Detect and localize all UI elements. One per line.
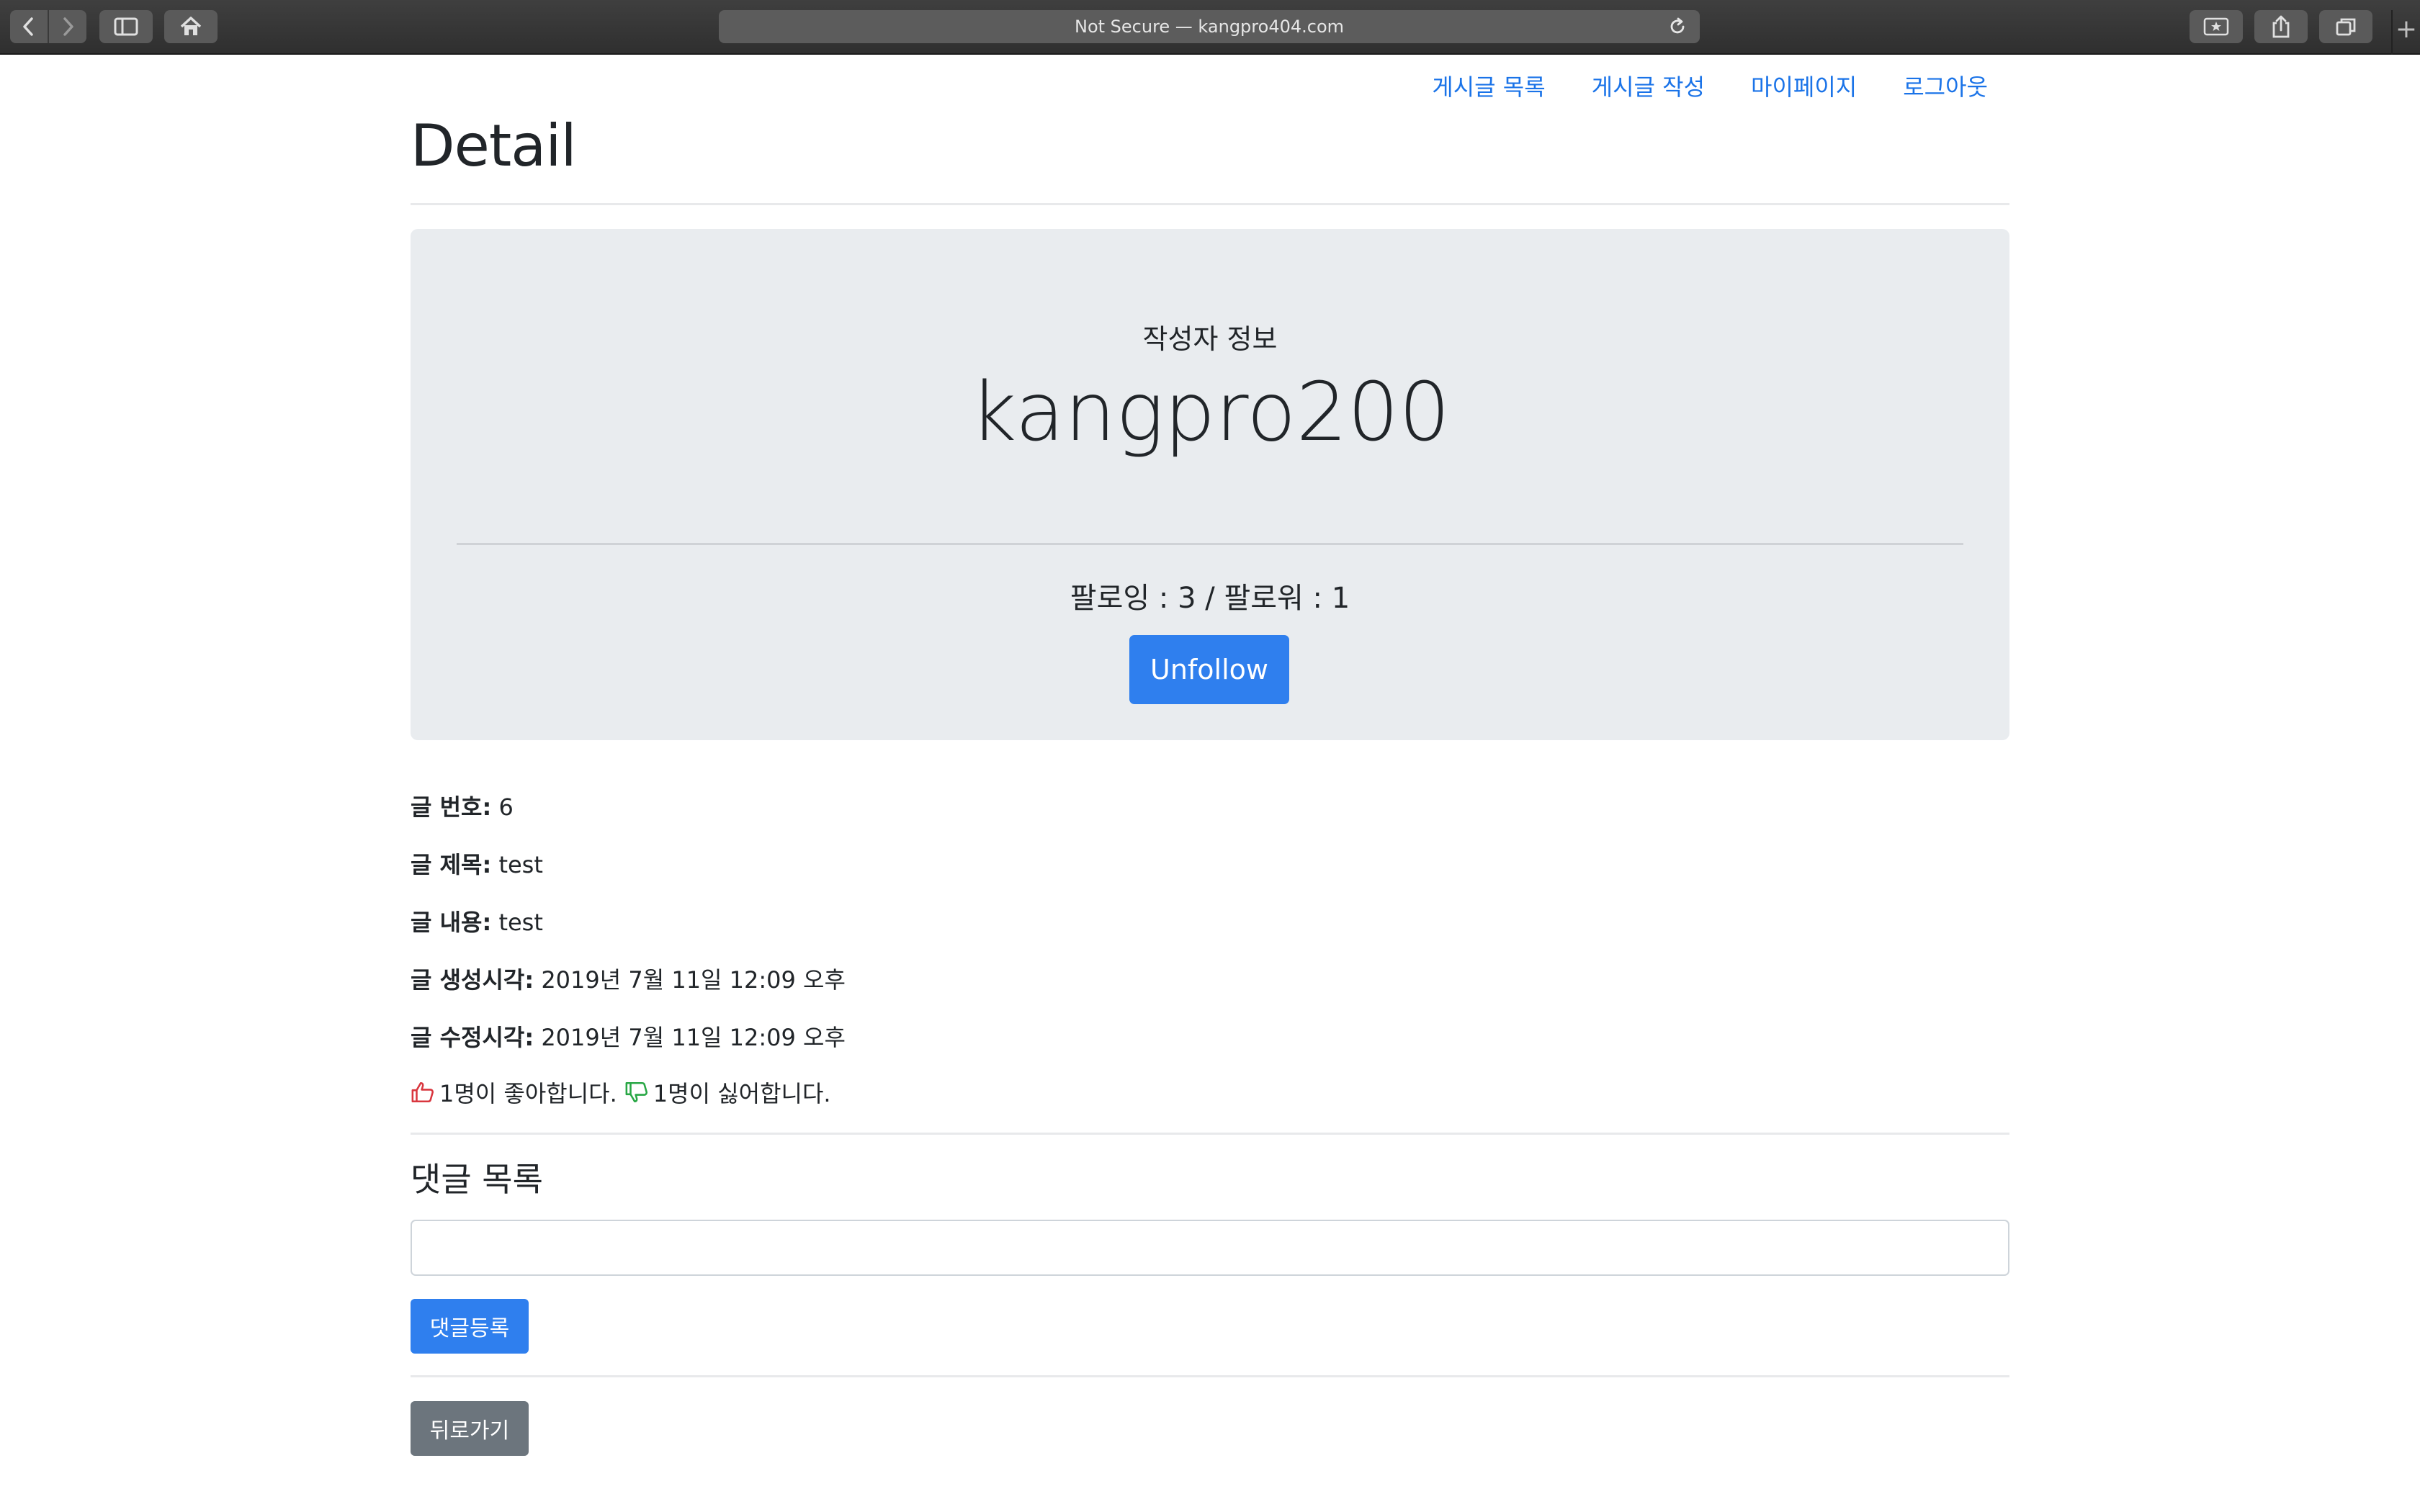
browser-toolbar: Not Secure — kangpro404.com +	[0, 0, 2420, 55]
post-created-at: 글 생성시각: 2019년 7월 11일 12:09 오후	[411, 962, 846, 995]
post-content-label: 글 내용:	[411, 909, 492, 936]
post-updated-label: 글 수정시각:	[411, 1024, 534, 1051]
post-title-label: 글 제목:	[411, 851, 492, 878]
likes-count-text: 1명이 좋아합니다.	[439, 1080, 617, 1107]
submit-comment-button[interactable]: 댓글등록	[411, 1299, 529, 1354]
back-page-button[interactable]: 뒤로가기	[411, 1401, 529, 1456]
page-title: Detail	[411, 112, 577, 179]
tabs-button[interactable]	[2319, 10, 2372, 43]
nav-link-post-list[interactable]: 게시글 목록	[1432, 69, 1545, 102]
url-text: Not Secure — kangpro404.com	[1074, 17, 1345, 37]
forward-button[interactable]	[49, 10, 86, 43]
bookmark-star-icon	[2203, 17, 2229, 36]
reaction-row: 1명이 좋아합니다. 1명이 싫어합니다.	[411, 1076, 831, 1109]
author-info-subtitle: 작성자 정보	[1142, 323, 1278, 355]
post-content-value: test	[498, 909, 543, 936]
title-divider	[411, 203, 2009, 205]
share-icon	[2272, 15, 2290, 38]
chevron-left-icon	[23, 17, 33, 36]
chevron-right-icon	[63, 17, 73, 36]
author-info-panel: 작성자 정보 kangpro200 팔로잉 : 3 / 팔로워 : 1 Unfo…	[411, 229, 2009, 740]
post-number-value: 6	[498, 793, 514, 821]
nav-link-logout[interactable]: 로그아웃	[1903, 69, 1988, 102]
follow-stats: 팔로잉 : 3 / 팔로워 : 1	[1070, 582, 1350, 615]
post-updated-at: 글 수정시각: 2019년 7월 11일 12:09 오후	[411, 1020, 846, 1053]
share-button[interactable]	[2254, 10, 2308, 43]
thumbs-up-icon[interactable]	[411, 1080, 435, 1104]
post-number: 글 번호: 6	[411, 789, 514, 822]
new-tab-button[interactable]: +	[2391, 10, 2420, 55]
home-icon	[180, 17, 202, 35]
reader-button[interactable]	[2190, 10, 2243, 43]
comment-input[interactable]	[411, 1220, 2009, 1276]
dislikes-count-text: 1명이 싫어합니다.	[653, 1080, 831, 1107]
address-bar[interactable]: Not Secure — kangpro404.com	[719, 10, 1700, 43]
post-title-value: test	[498, 851, 543, 878]
back-button[interactable]	[10, 10, 48, 43]
post-created-value: 2019년 7월 11일 12:09 오후	[541, 966, 846, 994]
nav-link-write-post[interactable]: 게시글 작성	[1592, 69, 1705, 102]
post-content: 글 내용: test	[411, 904, 543, 937]
post-updated-value: 2019년 7월 11일 12:09 오후	[541, 1024, 846, 1051]
post-title: 글 제목: test	[411, 847, 543, 880]
nav-link-mypage[interactable]: 마이페이지	[1751, 69, 1857, 102]
author-name: kangpro200	[969, 366, 1451, 459]
tabs-overview-icon	[2336, 18, 2356, 36]
post-number-label: 글 번호:	[411, 793, 492, 821]
top-navigation: 게시글 목록 게시글 작성 마이페이지 로그아웃	[1432, 69, 1988, 102]
comments-heading: 댓글 목록	[411, 1160, 543, 1199]
home-button[interactable]	[164, 10, 218, 43]
author-divider	[457, 543, 1963, 545]
footer-divider	[411, 1375, 2009, 1377]
sidebar-icon	[114, 17, 138, 36]
reload-icon[interactable]	[1668, 17, 1687, 36]
sidebar-toggle-button[interactable]	[99, 10, 153, 43]
thumbs-down-icon[interactable]	[624, 1080, 649, 1104]
post-created-label: 글 생성시각:	[411, 966, 534, 994]
unfollow-button[interactable]: Unfollow	[1129, 635, 1289, 704]
comments-divider	[411, 1133, 2009, 1135]
